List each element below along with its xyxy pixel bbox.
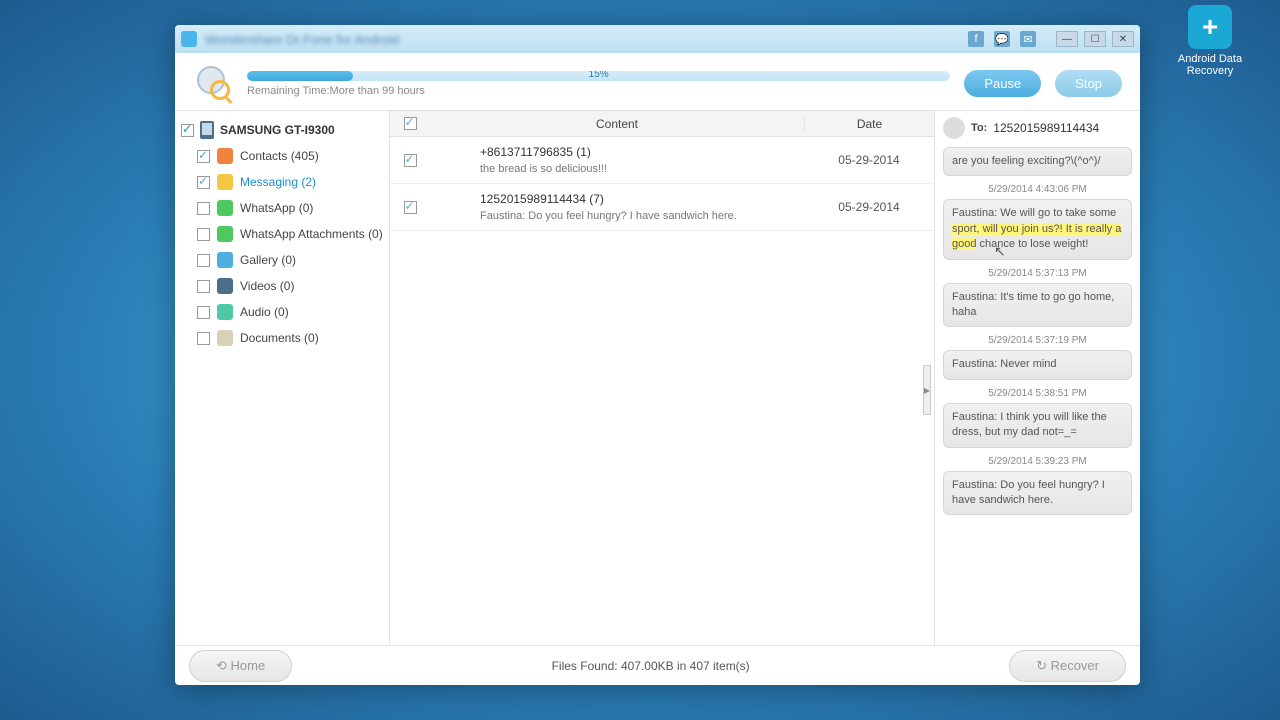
scan-icon [193, 64, 233, 104]
category-icon [217, 226, 233, 242]
category-icon [217, 304, 233, 320]
cursor-icon: ↖ [994, 242, 1006, 262]
facebook-icon[interactable]: f [968, 31, 984, 47]
table-row[interactable]: 1252015989114434 (7) Faustina: Do you fe… [390, 184, 934, 231]
message-bubble: are you feeling exciting?\(^o^)/ [943, 147, 1132, 176]
pause-button[interactable]: Pause [964, 70, 1041, 97]
category-icon [217, 200, 233, 216]
progress-bar: 15% [247, 71, 950, 81]
sidebar-item[interactable]: WhatsApp (0) [175, 195, 389, 221]
sidebar-item[interactable]: Documents (0) [175, 325, 389, 351]
content-panel: Content Date +8613711796835 (1) the brea… [390, 111, 935, 645]
category-icon [217, 278, 233, 294]
device-row[interactable]: SAMSUNG GT-I9300 [175, 117, 389, 143]
device-name: SAMSUNG GT-I9300 [220, 123, 335, 137]
sidebar-item-label: Messaging (2) [240, 175, 316, 189]
phone-icon [200, 121, 214, 139]
preview-to: To: 1252015989114434 [943, 117, 1132, 139]
titlebar[interactable]: Wondershare Dr.Fone for Android f 💬 ✉ — … [175, 25, 1140, 53]
item-checkbox[interactable] [197, 228, 210, 241]
window-title: Wondershare Dr.Fone for Android [205, 32, 399, 47]
desktop-shortcut[interactable]: + Android Data Recovery [1175, 5, 1245, 77]
row-preview: the bread is so delicious!!! [480, 163, 794, 175]
stop-button[interactable]: Stop [1055, 70, 1122, 97]
close-button[interactable]: ✕ [1112, 31, 1134, 47]
row-checkbox[interactable] [404, 154, 417, 167]
to-number: 1252015989114434 [993, 121, 1099, 135]
item-checkbox[interactable] [197, 306, 210, 319]
category-icon [217, 148, 233, 164]
app-icon [181, 31, 197, 47]
progress-area: 15% Remaining Time:More than 99 hours Pa… [175, 53, 1140, 111]
row-title: +8613711796835 (1) [480, 145, 794, 159]
row-date: 05-29-2014 [804, 200, 934, 214]
chat-icon[interactable]: 💬 [994, 31, 1010, 47]
col-date: Date [804, 117, 934, 131]
desktop-shortcut-label: Android Data Recovery [1175, 53, 1245, 77]
feedback-icon[interactable]: ✉ [1020, 31, 1036, 47]
message-timestamp: 5/29/2014 5:37:19 PM [943, 335, 1132, 346]
item-checkbox[interactable] [197, 332, 210, 345]
maximize-button[interactable]: ☐ [1084, 31, 1106, 47]
item-checkbox[interactable] [197, 150, 210, 163]
remaining-time: Remaining Time:More than 99 hours [247, 85, 950, 97]
category-icon [217, 330, 233, 346]
message-timestamp: 5/29/2014 5:37:13 PM [943, 268, 1132, 279]
row-checkbox[interactable] [404, 201, 417, 214]
sidebar-item-label: WhatsApp Attachments (0) [240, 227, 383, 241]
to-label: To: [971, 122, 987, 134]
progress-percent: 15% [589, 71, 609, 80]
row-preview: Faustina: Do you feel hungry? I have san… [480, 210, 794, 222]
item-checkbox[interactable] [197, 280, 210, 293]
plus-icon: + [1188, 5, 1232, 49]
sidebar-item-label: Gallery (0) [240, 253, 296, 267]
item-checkbox[interactable] [197, 202, 210, 215]
sidebar-item[interactable]: Audio (0) [175, 299, 389, 325]
status-text: Files Found: 407.00KB in 407 item(s) [292, 659, 1009, 673]
sidebar-item-label: WhatsApp (0) [240, 201, 313, 215]
sidebar-item[interactable]: Contacts (405) [175, 143, 389, 169]
avatar-icon [943, 117, 965, 139]
sidebar-item[interactable]: Videos (0) [175, 273, 389, 299]
table-header: Content Date [390, 111, 934, 137]
sidebar-item-label: Documents (0) [240, 331, 319, 345]
message-timestamp: 5/29/2014 5:38:51 PM [943, 388, 1132, 399]
sidebar-item-label: Contacts (405) [240, 149, 319, 163]
select-all-checkbox[interactable] [404, 117, 417, 130]
device-checkbox[interactable] [181, 124, 194, 137]
message-bubble: Faustina: Do you feel hungry? I have san… [943, 471, 1132, 516]
sidebar-item[interactable]: Messaging (2) [175, 169, 389, 195]
sidebar-item[interactable]: WhatsApp Attachments (0) [175, 221, 389, 247]
social-icons: f 💬 ✉ [968, 31, 1036, 47]
message-bubble: Faustina: It's time to go go home, haha [943, 283, 1132, 328]
sidebar-item-label: Videos (0) [240, 279, 294, 293]
table-row[interactable]: +8613711796835 (1) the bread is so delic… [390, 137, 934, 184]
row-date: 05-29-2014 [804, 153, 934, 167]
category-icon [217, 252, 233, 268]
col-content: Content [430, 117, 804, 131]
message-timestamp: 5/29/2014 4:43:06 PM [943, 184, 1132, 195]
minimize-button[interactable]: — [1056, 31, 1078, 47]
footer: ⟲ Home Files Found: 407.00KB in 407 item… [175, 645, 1140, 685]
message-timestamp: 5/29/2014 5:39:23 PM [943, 456, 1132, 467]
sidebar: SAMSUNG GT-I9300 Contacts (405) Messagin… [175, 111, 390, 645]
message-bubble: Faustina: Never mind [943, 350, 1132, 379]
collapse-handle[interactable]: ▶ [923, 365, 931, 415]
item-checkbox[interactable] [197, 176, 210, 189]
row-title: 1252015989114434 (7) [480, 192, 794, 206]
item-checkbox[interactable] [197, 254, 210, 267]
sidebar-item[interactable]: Gallery (0) [175, 247, 389, 273]
app-window: Wondershare Dr.Fone for Android f 💬 ✉ — … [175, 25, 1140, 685]
message-bubble: Faustina: We will go to take some sport,… [943, 199, 1132, 259]
recover-button[interactable]: ↻ Recover [1009, 650, 1126, 682]
category-icon [217, 174, 233, 190]
home-button[interactable]: ⟲ Home [189, 650, 292, 682]
message-bubble: Faustina: I think you will like the dres… [943, 403, 1132, 448]
preview-panel: To: 1252015989114434 are you feeling exc… [935, 111, 1140, 645]
sidebar-item-label: Audio (0) [240, 305, 289, 319]
